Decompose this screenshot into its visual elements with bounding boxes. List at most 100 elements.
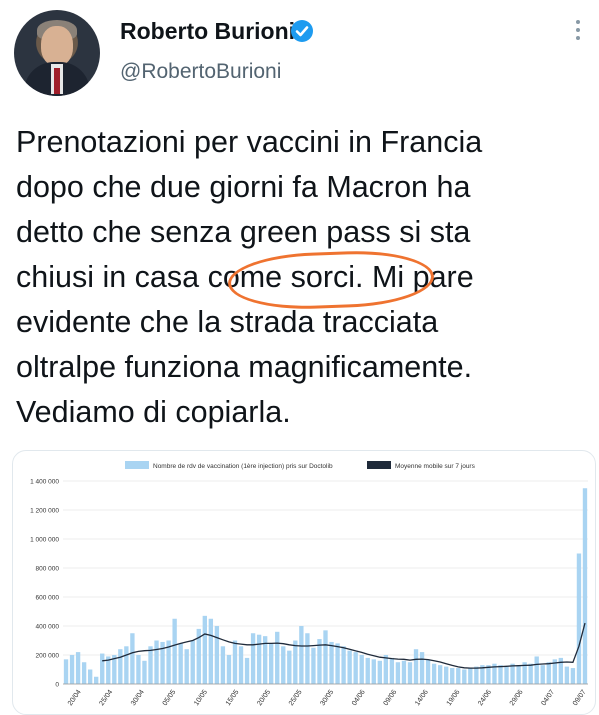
chart-bar (576, 553, 582, 684)
chart-bar (437, 665, 443, 684)
chart-card[interactable]: 0 200 000 400 000 600 000 800 000 1 000 000 1 … (12, 450, 596, 715)
chart-bar (81, 662, 87, 684)
chart-bar (516, 665, 521, 684)
x-tick-label: 29/06 (509, 689, 525, 707)
x-tick-label: 15/05 (225, 689, 241, 707)
legend-label-line: Moyenne mobile sur 7 jours (395, 463, 476, 470)
x-tick-label: 25/05 (288, 689, 304, 707)
chart-bar (504, 666, 509, 684)
y-tick-label: 1 000 000 (30, 537, 59, 544)
chart-bar (534, 656, 539, 684)
chart-bar (389, 657, 395, 684)
chart-bar (118, 649, 123, 684)
author-handle[interactable]: @RobertoBurioni (120, 60, 281, 84)
chart-bar (444, 666, 449, 684)
chart-bar (142, 660, 147, 684)
chart-bar (462, 669, 467, 684)
y-tick-label: 1 200 000 (30, 508, 59, 515)
chart-bar (335, 643, 340, 684)
y-tick-label: 800 000 (36, 566, 60, 573)
tweet-line: detto che senza green pass si sta (16, 215, 471, 249)
chart-bar (365, 657, 370, 684)
avatar-tie (54, 68, 60, 94)
x-tick-label: 20/05 (256, 689, 272, 707)
chart-bar (347, 650, 352, 684)
more-options-icon[interactable] (573, 20, 583, 50)
tweet-line: dopo che due giorni fa Macron ha (16, 170, 471, 204)
chart-bar (371, 659, 376, 684)
avatar-face (41, 26, 73, 66)
chart-bar (510, 663, 515, 684)
chart-bar (136, 655, 141, 684)
chart-bar (202, 615, 207, 684)
chart-bar (172, 618, 177, 684)
chart-bar (359, 655, 364, 684)
chart-bar (293, 640, 298, 684)
chart-bar (401, 660, 407, 684)
chart-bar (407, 662, 413, 684)
chart-bar (305, 633, 310, 684)
chart-bar (353, 652, 358, 684)
check-icon (295, 26, 309, 37)
chart-bar (190, 640, 195, 684)
chart-bar (87, 669, 93, 684)
chart-bar (287, 650, 292, 684)
chart-bar (311, 647, 316, 684)
x-tick-label: 30/05 (319, 689, 335, 707)
x-tick-label: 10/05 (193, 689, 209, 707)
chart-bar (238, 646, 244, 684)
chart-bar (184, 649, 189, 684)
chart-bar (546, 662, 551, 684)
chart-bar (456, 668, 461, 684)
chart-bar (94, 676, 99, 684)
x-tick-label: 09/07 (572, 689, 588, 707)
chart-bar (582, 488, 588, 684)
chart-bar (329, 641, 334, 684)
y-tick-label: 600 000 (36, 595, 60, 602)
chart-bar (250, 633, 256, 684)
chart-bar (220, 646, 226, 684)
chart-bar (226, 655, 232, 684)
chart-bar (341, 646, 346, 684)
chart-bar (208, 618, 214, 684)
chart-bar (63, 659, 69, 684)
chart-bar (564, 666, 570, 684)
tweet-line: Prenotazioni per vaccini in Francia (16, 125, 483, 159)
chart-bar (244, 657, 250, 684)
x-tick-label: 04/07 (540, 689, 556, 707)
chart-bar (100, 653, 105, 684)
chart-bar (124, 646, 129, 684)
chart-bar (75, 652, 81, 684)
chart-bar (148, 646, 153, 684)
x-tick-label: 19/06 (446, 689, 462, 707)
chart-bar (450, 668, 455, 684)
chart-bar (178, 643, 183, 684)
chart-bar (232, 640, 238, 684)
y-tick-label: 1 400 000 (30, 479, 59, 486)
x-tick-label: 25/04 (98, 689, 114, 707)
legend-swatch-bars (125, 461, 149, 469)
y-tick-label: 400 000 (36, 624, 60, 631)
legend-swatch-line (367, 461, 391, 469)
author-name[interactable]: Roberto Burioni (120, 18, 295, 45)
chart-bar (413, 649, 419, 684)
vaccination-chart: 0 200 000 400 000 600 000 800 000 1 000 000 1 … (30, 461, 588, 707)
x-tick-label: 04/06 (351, 689, 367, 707)
chart-bar (431, 663, 437, 684)
chart-bar (154, 640, 159, 684)
chart-bar (540, 665, 545, 684)
x-tick-label: 05/05 (162, 689, 178, 707)
chart-bar (130, 633, 135, 684)
chart-bar (425, 659, 431, 684)
tweet-line: Vediamo di copiarla. (16, 395, 291, 429)
chart-bar (299, 626, 304, 684)
chart-bar (269, 643, 274, 684)
avatar[interactable] (14, 10, 100, 96)
chart-bar (256, 634, 262, 684)
x-tick-label: 09/06 (383, 689, 399, 707)
x-tick-label: 20/04 (67, 689, 83, 707)
legend-label-bars: Nombre de rdv de vaccination (1ère injec… (153, 463, 333, 470)
x-tick-label: 24/06 (477, 689, 493, 707)
y-tick-label: 0 (55, 682, 59, 689)
x-tick-label: 14/06 (414, 689, 430, 707)
